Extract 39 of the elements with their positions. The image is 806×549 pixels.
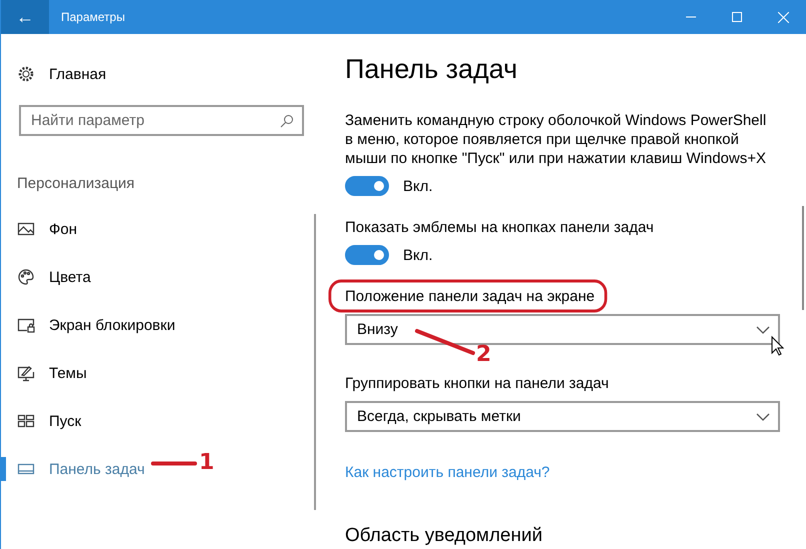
sidebar-item[interactable]: Пуск [49, 412, 82, 430]
scrollbar-thumb[interactable] [802, 206, 804, 310]
annotation-line [415, 329, 475, 355]
search-field[interactable]: Найти параметр [19, 105, 304, 136]
sidebar-item[interactable]: Панель задач [49, 460, 145, 478]
annotation-number: 2 [476, 344, 492, 366]
section-heading: Персонализация [17, 175, 136, 192]
lock-screen-icon [17, 316, 35, 334]
home-link[interactable]: Главная [49, 66, 106, 82]
brush-monitor-icon [17, 364, 35, 382]
page-title: Панель задач [345, 54, 518, 85]
toggle-state: Вкл. [403, 246, 433, 264]
annotation-number: 1 [199, 452, 214, 474]
section-heading: Область уведомлений [345, 525, 544, 547]
help-link[interactable]: Как настроить панели задач? [345, 464, 550, 481]
setting-label: Положение панели задач на экране [345, 287, 595, 306]
window-title: Параметры [61, 10, 126, 24]
chevron-down-icon [756, 326, 770, 334]
palette-icon [17, 268, 35, 286]
sidebar-item[interactable]: Экран блокировки [49, 316, 176, 334]
picture-icon [17, 220, 35, 238]
chevron-down-icon [756, 412, 770, 420]
dropdown[interactable]: Внизу [345, 314, 780, 345]
annotation-line [151, 461, 197, 466]
tiles-icon [17, 412, 35, 430]
setting-label: Показать эмблемы на кнопках панели задач [345, 218, 655, 237]
sidebar-item[interactable]: Фон [49, 220, 78, 238]
toggle-switch[interactable] [345, 176, 389, 196]
sidebar-item[interactable]: Цвета [49, 268, 91, 286]
setting-label: Группировать кнопки на панели задач [345, 374, 609, 393]
search-icon [280, 114, 294, 128]
mouse-pointer-icon [771, 336, 784, 356]
toggle-state: Вкл. [403, 178, 433, 194]
setting-label: Заменить командную строку оболочкой Windows PowerShell в меню, которое появляется при щелчке правой кнопкой мыши по кнопке "Пуск" или при нажатии клавиш Windows+X [345, 111, 768, 168]
settings-icon[interactable] [17, 65, 35, 83]
sidebar-item[interactable]: Темы [49, 364, 87, 382]
dropdown[interactable]: Всегда, скрывать метки [345, 401, 780, 432]
back-button[interactable]: ← [1, 0, 49, 34]
toggle-switch[interactable] [345, 245, 389, 265]
